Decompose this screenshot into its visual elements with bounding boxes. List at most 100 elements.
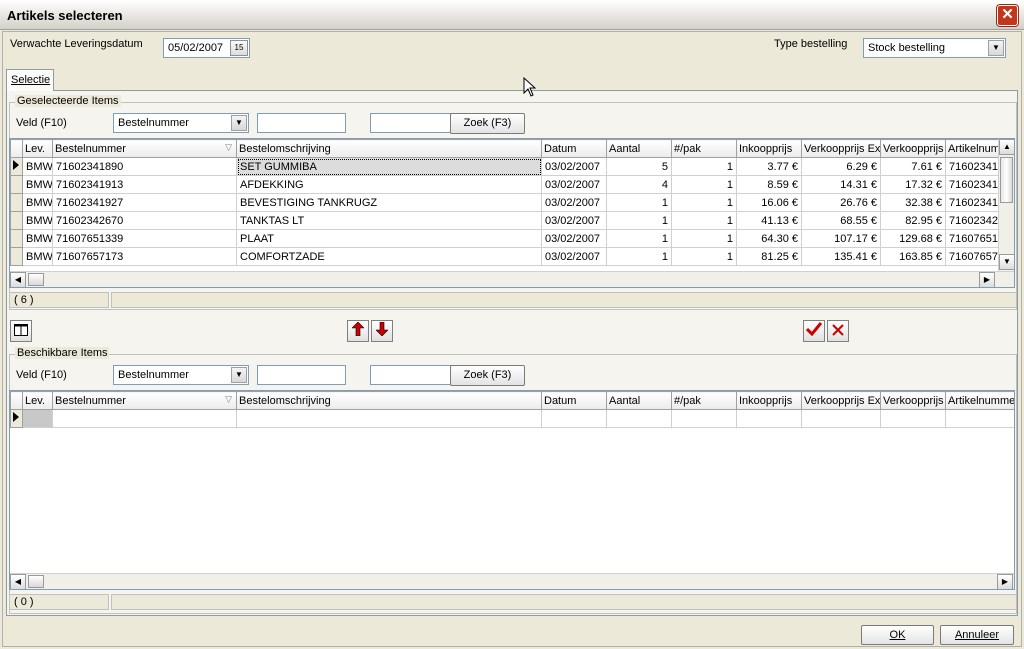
selected-horizontal-scrollbar[interactable]: ◀ ▶ xyxy=(10,271,1014,287)
table-cell[interactable]: 03/02/2007 xyxy=(541,247,607,266)
columns-icon[interactable] xyxy=(10,320,32,342)
table-cell[interactable]: 5 xyxy=(606,157,672,176)
table-cell[interactable]: 8.59 € xyxy=(736,175,802,194)
selected-search-input-2[interactable] xyxy=(370,113,452,133)
column-header[interactable]: Lev. xyxy=(22,139,53,158)
table-row[interactable]: BMW 71602341913 AFDEKKING 03/02/2007 4 1 8.59 … xyxy=(10,175,1001,194)
available-horizontal-scrollbar[interactable]: ◀ ▶ xyxy=(10,573,1014,589)
scroll-thumb[interactable] xyxy=(28,575,44,588)
table-cell[interactable] xyxy=(22,409,53,428)
table-row[interactable]: BMW 71602341927 BEVESTIGING TANKRUGZ 03/02/… xyxy=(10,193,1001,212)
table-cell[interactable]: 71602342 xyxy=(945,211,1001,230)
table-cell[interactable] xyxy=(880,409,946,428)
table-cell[interactable] xyxy=(541,409,607,428)
table-cell[interactable]: BMW xyxy=(22,157,53,176)
table-cell[interactable]: 32.38 € xyxy=(880,193,946,212)
table-cell[interactable]: 1 xyxy=(671,175,737,194)
table-cell[interactable]: 71602341 xyxy=(945,193,1001,212)
order-type-select[interactable]: Stock bestelling ▼ xyxy=(863,38,1006,58)
table-cell[interactable]: 3.77 € xyxy=(736,157,802,176)
available-search-button[interactable]: Zoek (F3) xyxy=(450,365,525,386)
scroll-left-icon[interactable]: ◀ xyxy=(10,574,26,589)
column-header[interactable]: Artikelnum xyxy=(945,139,1001,158)
column-header[interactable]: Aantal xyxy=(606,139,672,158)
table-cell[interactable]: 17.32 € xyxy=(880,175,946,194)
chevron-down-icon[interactable]: ▼ xyxy=(231,115,247,131)
table-cell[interactable]: 6.29 € xyxy=(801,157,881,176)
delivery-date-field[interactable]: 05/02/2007 15 xyxy=(163,38,250,58)
table-cell[interactable] xyxy=(606,409,672,428)
table-cell[interactable]: COMFORTZADE xyxy=(236,247,542,266)
column-header[interactable]: Bestelomschrijving xyxy=(236,391,542,410)
column-header[interactable]: Artikelnummer xyxy=(945,391,1014,410)
table-cell[interactable]: 1 xyxy=(606,247,672,266)
table-cell[interactable]: 4 xyxy=(606,175,672,194)
table-cell[interactable]: 135.41 € xyxy=(801,247,881,266)
table-row[interactable]: BMW 71607651339 PLAAT 03/02/2007 1 1 64.30 €10… xyxy=(10,229,1001,248)
table-cell[interactable]: 71607651339 xyxy=(52,229,237,248)
scroll-up-icon[interactable]: ▲ xyxy=(999,139,1014,155)
table-cell[interactable] xyxy=(671,409,737,428)
table-cell[interactable]: 129.68 € xyxy=(880,229,946,248)
table-cell[interactable]: 03/02/2007 xyxy=(541,157,607,176)
table-cell[interactable]: 71602341 xyxy=(945,175,1001,194)
column-header[interactable]: Bestelnummer ▽ xyxy=(52,391,237,410)
table-cell[interactable]: 1 xyxy=(606,211,672,230)
column-header[interactable]: Inkoopprijs xyxy=(736,139,802,158)
column-header[interactable]: Bestelomschrijving xyxy=(236,139,542,158)
table-cell[interactable]: 107.17 € xyxy=(801,229,881,248)
table-row[interactable]: BMW 71607657173 COMFORTZADE 03/02/2007 1 1 81.… xyxy=(10,247,1001,266)
table-cell[interactable]: AFDEKKING xyxy=(236,175,542,194)
column-header[interactable]: Inkoopprijs xyxy=(736,391,802,410)
chevron-down-icon[interactable]: ▼ xyxy=(231,367,247,383)
column-header[interactable]: #/pak xyxy=(671,391,737,410)
ok-button[interactable]: OK xyxy=(861,625,934,645)
scroll-down-icon[interactable]: ▼ xyxy=(999,254,1014,270)
move-down-icon[interactable] xyxy=(371,320,393,342)
cancel-x-icon[interactable] xyxy=(827,320,849,342)
table-cell[interactable]: 71602341890 xyxy=(52,157,237,176)
table-cell[interactable] xyxy=(52,409,237,428)
table-row[interactable]: BMW 71602342670 TANKTAS LT 03/02/2007 1 1 41.1… xyxy=(10,211,1001,230)
table-cell[interactable]: SET GUMMIBA xyxy=(236,157,542,176)
selected-vertical-scrollbar[interactable]: ▲ ▼ xyxy=(998,139,1014,271)
table-cell[interactable]: 03/02/2007 xyxy=(541,211,607,230)
table-cell[interactable]: BEVESTIGING TANKRUGZ xyxy=(236,193,542,212)
confirm-check-icon[interactable] xyxy=(803,320,825,342)
new-row[interactable] xyxy=(10,409,1014,428)
table-cell[interactable]: 03/02/2007 xyxy=(541,175,607,194)
table-cell[interactable]: 26.76 € xyxy=(801,193,881,212)
table-cell[interactable]: 71602341927 xyxy=(52,193,237,212)
table-cell[interactable]: 71602342670 xyxy=(52,211,237,230)
table-cell[interactable]: 03/02/2007 xyxy=(541,193,607,212)
table-cell[interactable]: 1 xyxy=(671,229,737,248)
selected-search-input[interactable] xyxy=(257,113,346,133)
table-cell[interactable]: PLAAT xyxy=(236,229,542,248)
scroll-right-icon[interactable]: ▶ xyxy=(997,574,1013,589)
calendar-icon[interactable]: 15 xyxy=(230,40,248,56)
selected-field-select[interactable]: Bestelnummer ▼ xyxy=(113,113,249,133)
available-search-input-2[interactable] xyxy=(370,365,452,385)
close-button[interactable]: ✕ xyxy=(997,5,1018,26)
table-cell[interactable]: 71607657 xyxy=(945,247,1001,266)
table-cell[interactable]: 16.06 € xyxy=(736,193,802,212)
table-cell[interactable]: 14.31 € xyxy=(801,175,881,194)
selected-search-button[interactable]: Zoek (F3) xyxy=(450,113,525,134)
scroll-left-icon[interactable]: ◀ xyxy=(10,272,26,287)
cancel-button[interactable]: Annuleer xyxy=(940,625,1014,645)
table-cell[interactable]: 1 xyxy=(606,229,672,248)
table-row[interactable]: BMW 71602341890 SET GUMMIBA 03/02/2007 5 1 3.7… xyxy=(10,157,1001,176)
column-header[interactable]: Verkoopprijs Ex xyxy=(801,391,881,410)
table-cell[interactable]: 1 xyxy=(606,193,672,212)
table-cell[interactable]: 1 xyxy=(671,157,737,176)
table-cell[interactable]: 71607657173 xyxy=(52,247,237,266)
table-cell[interactable]: BMW xyxy=(22,175,53,194)
tab-selectie[interactable]: Selectie xyxy=(6,69,54,91)
table-cell[interactable]: BMW xyxy=(22,229,53,248)
column-header[interactable]: Verkoopprijs xyxy=(880,139,946,158)
table-cell[interactable] xyxy=(736,409,802,428)
column-header[interactable]: Verkoopprijs Ex xyxy=(801,139,881,158)
table-cell[interactable]: BMW xyxy=(22,193,53,212)
table-cell[interactable]: 71607651 xyxy=(945,229,1001,248)
table-cell[interactable] xyxy=(236,409,542,428)
